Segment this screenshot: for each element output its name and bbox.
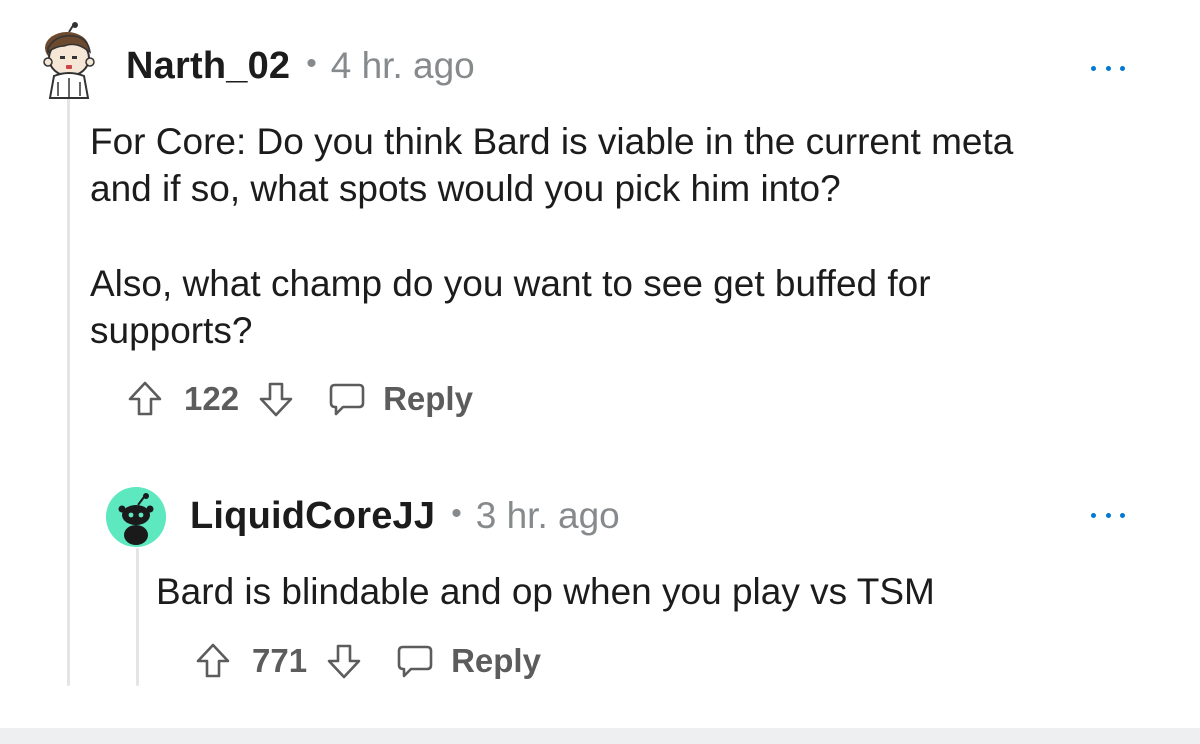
more-options-icon[interactable]: [1091, 503, 1125, 527]
comment-line: For Core: Do you think Bard is viable in…: [90, 121, 1014, 162]
reply-label: Reply: [383, 380, 473, 417]
reply-button[interactable]: Reply: [395, 641, 541, 681]
footer-divider: [0, 728, 1200, 744]
comment-paragraph: Bard is blindable and op when you play v…: [156, 568, 935, 615]
comment-bubble-icon: [395, 641, 435, 681]
reply-button[interactable]: Reply: [327, 379, 473, 419]
username-link[interactable]: Narth_02: [126, 45, 290, 88]
more-options-icon[interactable]: [1091, 56, 1125, 80]
comment-line: and if so, what spots would you pick him…: [90, 168, 841, 209]
comment-body: For Core: Do you think Bard is viable in…: [90, 118, 1013, 354]
downvote-icon[interactable]: [325, 641, 363, 681]
separator-dot: •: [306, 47, 317, 80]
downvote-icon[interactable]: [257, 379, 295, 419]
comment-actions: 771 Reply: [194, 636, 541, 686]
comment-body: Bard is blindable and op when you play v…: [156, 568, 935, 615]
timestamp[interactable]: 4 hr. ago: [331, 45, 475, 87]
comment-actions: 122 Reply: [126, 374, 473, 424]
comment-bubble-icon: [327, 379, 367, 419]
comment-thread: Narth_02 • 4 hr. ago For Core: Do you th…: [0, 0, 1200, 728]
thread-line-collapse[interactable]: [67, 98, 70, 686]
upvote-icon[interactable]: [126, 379, 164, 419]
reply-label: Reply: [451, 642, 541, 679]
separator-dot: •: [451, 497, 462, 530]
timestamp[interactable]: 3 hr. ago: [476, 495, 620, 537]
comment-paragraph: Also, what champ do you want to see get …: [90, 260, 1013, 354]
snoo-avatar-icon[interactable]: [34, 22, 104, 102]
comment-line: supports?: [90, 310, 253, 351]
username-link[interactable]: LiquidCoreJJ: [190, 495, 435, 538]
default-snoo-avatar-icon[interactable]: [106, 487, 166, 547]
vote-score: 771: [252, 642, 308, 679]
vote-score: 122: [184, 380, 240, 417]
comment-header: Narth_02 • 4 hr. ago: [126, 40, 475, 92]
comment-line: Also, what champ do you want to see get …: [90, 263, 931, 304]
comment-header: LiquidCoreJJ • 3 hr. ago: [190, 490, 620, 542]
comment-paragraph: For Core: Do you think Bard is viable in…: [90, 118, 1013, 212]
upvote-icon[interactable]: [194, 641, 232, 681]
comment-line: Bard is blindable and op when you play v…: [156, 571, 935, 612]
thread-line-collapse[interactable]: [136, 548, 139, 686]
